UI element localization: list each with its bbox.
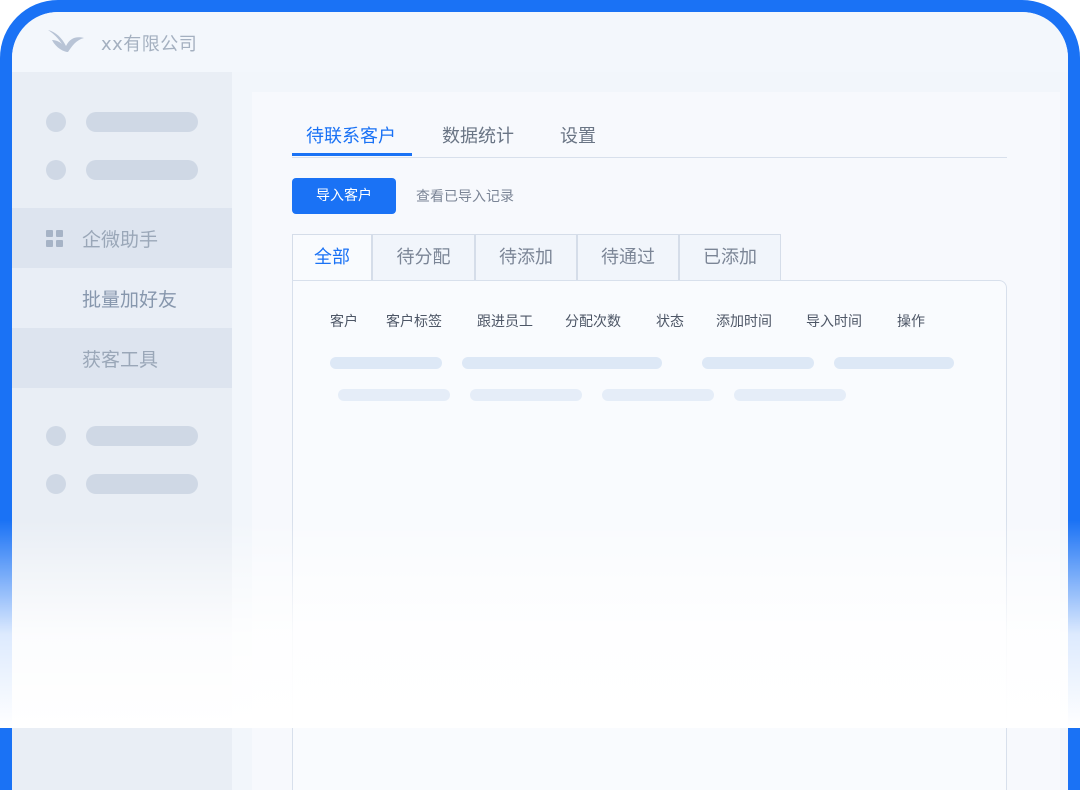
- skeleton-cell: [734, 389, 846, 401]
- skeleton-cell: [834, 357, 954, 369]
- sidebar-item-label: 获客工具: [82, 349, 159, 371]
- app-title: xx有限公司: [101, 34, 198, 55]
- placeholder-bar: [86, 160, 198, 180]
- status-tab-to-add[interactable]: 待添加: [475, 234, 577, 280]
- placeholder-bar: [86, 426, 198, 446]
- column-header-actions[interactable]: 操作: [897, 311, 925, 331]
- window-frame: xx有限公司 企微助手 批量加好友 获客工具 待联系客户 数据统计 设置 导入客…: [0, 0, 1080, 790]
- column-header-staff[interactable]: 跟进员工: [477, 311, 533, 331]
- tab-statistics[interactable]: 数据统计: [442, 122, 514, 156]
- column-header-assign-count[interactable]: 分配次数: [565, 311, 621, 331]
- status-tab-added[interactable]: 已添加: [679, 234, 781, 280]
- main-content: 待联系客户 数据统计 设置 导入客户 查看已导入记录 全部 待分配 待添加 待通…: [252, 92, 1060, 790]
- status-tab-all[interactable]: 全部: [292, 234, 372, 282]
- view-import-records-link[interactable]: 查看已导入记录: [416, 186, 514, 206]
- column-header-status[interactable]: 状态: [656, 311, 684, 331]
- active-tab-indicator: [292, 153, 412, 156]
- placeholder-dot: [46, 474, 66, 494]
- placeholder-bar: [86, 112, 198, 132]
- column-header-added-time[interactable]: 添加时间: [716, 311, 772, 331]
- title-bar: xx有限公司: [12, 12, 1068, 72]
- grid-icon: [46, 230, 64, 248]
- sidebar: 企微助手 批量加好友 获客工具: [12, 72, 232, 790]
- skeleton-cell: [338, 389, 450, 401]
- skeleton-cell: [602, 389, 714, 401]
- tab-settings[interactable]: 设置: [560, 122, 596, 156]
- skeleton-cell: [330, 357, 442, 369]
- customer-table: 客户 客户标签 跟进员工 分配次数 状态 添加时间 导入时间 操作: [292, 280, 1007, 790]
- sidebar-item-lead-tools[interactable]: 获客工具: [12, 328, 232, 388]
- column-header-customer[interactable]: 客户: [330, 311, 358, 331]
- skeleton-cell: [462, 357, 662, 369]
- column-header-import-time[interactable]: 导入时间: [806, 311, 862, 331]
- status-tab-to-approve[interactable]: 待通过: [577, 234, 679, 280]
- placeholder-bar: [86, 474, 198, 494]
- sidebar-item-label: 批量加好友: [82, 289, 178, 311]
- sidebar-item-label: 企微助手: [82, 229, 159, 251]
- swallow-logo-icon: [48, 30, 84, 52]
- import-customers-button[interactable]: 导入客户: [292, 178, 396, 214]
- status-tab-to-assign[interactable]: 待分配: [372, 234, 475, 280]
- placeholder-dot: [46, 160, 66, 180]
- placeholder-dot: [46, 112, 66, 132]
- sidebar-item-wecom-assistant[interactable]: 企微助手: [12, 208, 232, 268]
- tab-pending-contact[interactable]: 待联系客户: [306, 122, 396, 156]
- placeholder-dot: [46, 426, 66, 446]
- sidebar-item-batch-add-friends[interactable]: 批量加好友: [12, 268, 232, 328]
- skeleton-cell: [702, 357, 814, 369]
- column-header-tags[interactable]: 客户标签: [386, 311, 442, 331]
- skeleton-cell: [470, 389, 582, 401]
